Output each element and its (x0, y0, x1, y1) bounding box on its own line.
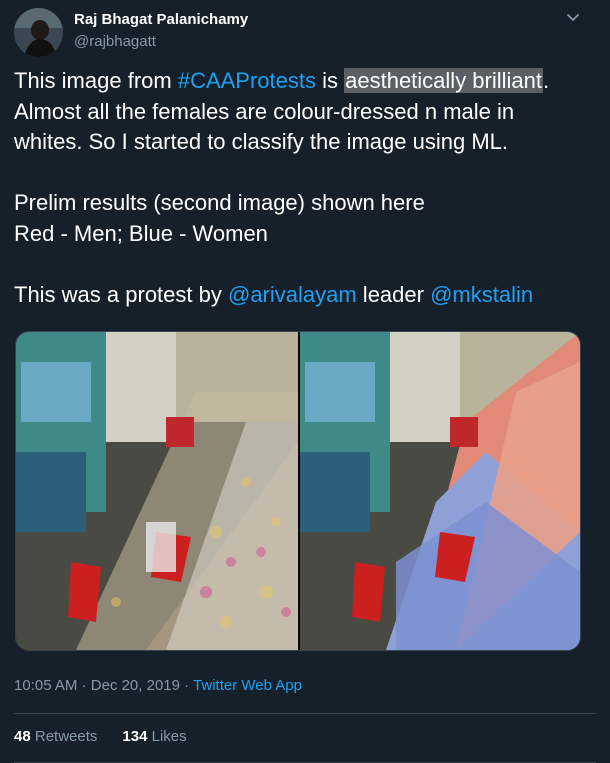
tweet-line: Prelim results (second image) shown here (14, 190, 425, 215)
retweets-count: 48 (14, 728, 31, 745)
crowd-photo-original[interactable] (16, 332, 298, 650)
tweet-date[interactable]: Dec 20, 2019 (91, 677, 180, 694)
tweet-timestamp: 10:05 AM · Dec 20, 2019 · Twitter Web Ap… (14, 677, 302, 694)
avatar[interactable] (14, 8, 63, 57)
author-handle[interactable]: @rajbhagatt (74, 33, 156, 50)
text-segment: is (316, 68, 345, 93)
text-segment: leader (356, 281, 431, 307)
retweets-label: Retweets (34, 728, 98, 745)
divider (14, 713, 596, 714)
tweet-time[interactable]: 10:05 AM (14, 677, 77, 694)
source-app-link[interactable]: Twitter Web App (193, 677, 302, 694)
separator: · (179, 677, 194, 694)
tweet-line: This image from #CAAProtests is aestheti… (14, 66, 594, 97)
tweet-line: This was a protest by @arivalayam leader… (14, 280, 594, 311)
text-segment: This image from (14, 68, 178, 93)
separator: · (77, 677, 91, 694)
tweet-line: whites. So I started to classify the ima… (14, 129, 509, 154)
mention-mkstalin-link[interactable]: @mkstalin (430, 282, 533, 307)
author-name[interactable]: Raj Bhagat Palanichamy (74, 11, 248, 28)
likes-stat[interactable]: 134 Likes (122, 728, 186, 745)
retweets-stat[interactable]: 48 Retweets (14, 728, 97, 745)
text-segment: This was a protest by (14, 281, 228, 307)
tweet-text: This image from #CAAProtests is aestheti… (14, 66, 594, 310)
text-segment: . (543, 68, 550, 93)
mention-arivalayam-link[interactable]: @arivalayam (228, 282, 357, 307)
tweet-line: Almost all the females are colour-dresse… (14, 98, 515, 124)
likes-label: Likes (151, 728, 187, 745)
chevron-down-icon[interactable] (563, 8, 583, 28)
tweet-media[interactable] (15, 331, 581, 651)
tweet-stats: 48 Retweets 134 Likes (14, 728, 187, 745)
hashtag-link[interactable]: #CAAProtests (178, 68, 316, 93)
crowd-photo-classified[interactable] (300, 332, 580, 650)
tweet-line: Red - Men; Blue - Women (14, 220, 268, 246)
highlighted-text: aesthetically brilliant (344, 68, 543, 93)
likes-count: 134 (122, 728, 148, 745)
tweet: Raj Bhagat Palanichamy @rajbhagatt This … (0, 0, 610, 763)
